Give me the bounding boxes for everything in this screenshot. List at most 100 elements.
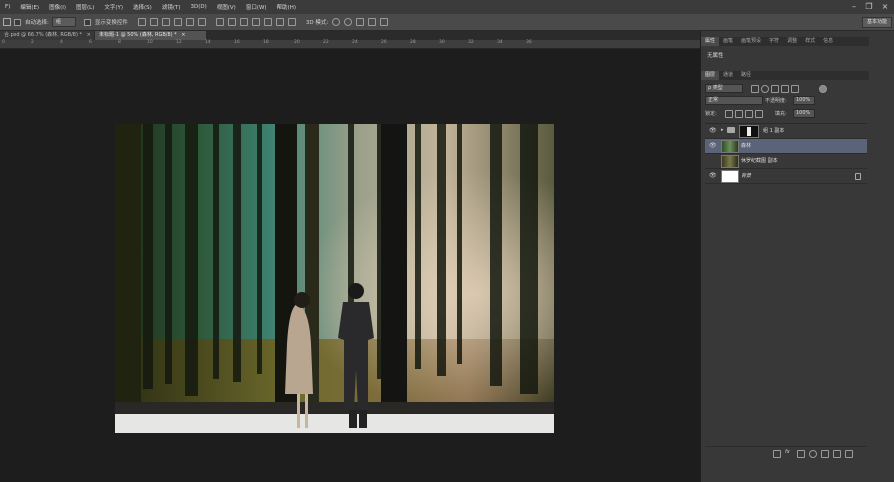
show-transform-checkbox[interactable] [83,18,91,26]
tab-info[interactable]: 信息 [819,37,837,46]
distribute-hcenter-icon[interactable] [263,18,272,26]
ruler-tick: 6 [89,40,92,45]
layer-row-group-copy[interactable]: 👁 ▸ 组 1 副本 [705,124,867,139]
right-panel-dock: 属性 画笔 画笔预设 字符 调整 样式 信息 无属性 图层 通道 路径 ρ 类型… [700,31,894,482]
menu-layer[interactable]: 图层(L) [71,3,99,11]
menu-filter[interactable]: 滤镜(T) [157,3,186,11]
menu-view[interactable]: 视图(V) [212,3,241,11]
layer-name[interactable]: 森林 [741,142,751,149]
align-right-icon[interactable] [197,18,206,26]
horizontal-ruler[interactable]: 0 2 4 6 8 10 12 14 16 18 20 22 24 26 28 … [0,40,700,49]
document-tab-2-close-icon[interactable]: × [181,32,185,38]
expand-arrow-icon[interactable]: ▸ [721,127,724,133]
adjustment-icon[interactable] [809,450,817,458]
menu-help[interactable]: 帮助(H) [272,3,301,11]
menu-3d[interactable]: 3D(D) [185,4,211,10]
layer-name[interactable]: 休罗纪截图 副本 [741,157,778,164]
layer-row-forest[interactable]: 👁 森林 [705,139,867,154]
distribute-bottom-icon[interactable] [239,18,248,26]
3d-rotate-icon[interactable] [332,18,341,26]
layer-thumbnail[interactable] [721,155,739,168]
menu-edit[interactable]: 编辑(E) [15,3,44,11]
menu-type[interactable]: 文字(Y) [99,3,128,11]
mask-icon[interactable] [797,450,805,458]
auto-select-label: 自动选择: [25,20,49,26]
group-mask-thumbnail[interactable] [739,125,759,138]
auto-select-dropdown[interactable]: 组 [51,17,76,27]
3d-scale-icon[interactable] [380,18,389,26]
tab-brush[interactable]: 画笔 [719,37,737,46]
align-top-icon[interactable] [137,18,146,26]
filter-smart-object-icon[interactable] [791,85,799,93]
distribute-right-icon[interactable] [275,18,284,26]
layer-name[interactable]: 背景 [741,172,751,179]
document-image[interactable] [115,124,554,433]
menu-image[interactable]: 图像(I) [44,3,71,11]
filter-shape-icon[interactable] [781,85,789,93]
workspace-dropdown[interactable]: 基本功能 [861,17,892,28]
lock-all-icon[interactable] [755,110,763,118]
layer-filter-dropdown[interactable]: ρ 类型 [705,84,743,93]
menu-window[interactable]: 窗口(W) [241,3,272,11]
3d-pan-icon[interactable] [356,18,365,26]
distribute-top-icon[interactable] [215,18,224,26]
opacity-input[interactable]: 100% [793,96,815,105]
tab-layers[interactable]: 图层 [701,71,720,80]
3d-roll-icon[interactable] [344,18,353,26]
tab-character[interactable]: 字符 [765,37,783,46]
menu-select[interactable]: 选择(S) [128,3,157,11]
folder-icon[interactable] [821,450,829,458]
ruler-tick: 0 [2,40,5,45]
trash-icon[interactable] [845,450,853,458]
forest-scene-image [115,124,554,433]
filter-type-icon[interactable] [771,85,779,93]
document-tab-2[interactable]: 未标题-1 @ 50% (森林, RGB/8) * × [95,31,206,40]
tab-styles[interactable]: 样式 [801,37,819,46]
layer-row-background[interactable]: 👁 背景 [705,169,867,184]
menu-file[interactable]: F) [0,4,15,10]
tab-paths[interactable]: 路径 [737,71,755,80]
align-hcenter-icon[interactable] [185,18,194,26]
tab-adjustments[interactable]: 调整 [783,37,801,46]
restore-button[interactable]: ❐ [863,1,875,12]
lock-transparent-icon[interactable] [725,110,733,118]
fill-input[interactable]: 100% [793,109,815,118]
tab-brush-presets[interactable]: 画笔预设 [737,37,765,46]
lock-position-icon[interactable] [745,110,753,118]
3d-slide-icon[interactable] [368,18,377,26]
document-tab-2-label: 未标题-1 @ 50% (森林, RGB/8) * [99,32,177,38]
tab-channels[interactable]: 通道 [719,71,737,80]
layer-thumbnail[interactable] [721,140,739,153]
visibility-eye-icon-off[interactable]: 👁 [709,158,715,163]
minimize-button[interactable]: – [848,1,860,12]
align-vcenter-icon[interactable] [149,18,158,26]
align-bottom-icon[interactable] [161,18,170,26]
distribute-vcenter-icon[interactable] [227,18,236,26]
fx-icon[interactable]: fx [785,449,790,455]
filter-pixel-icon[interactable] [751,85,759,93]
move-tool-icon[interactable] [3,18,11,26]
auto-align-icon[interactable] [287,18,296,26]
visibility-eye-icon[interactable]: 👁 [709,173,717,179]
blend-mode-dropdown[interactable]: 正常 [705,96,763,105]
tab-properties[interactable]: 属性 [701,37,720,46]
link-icon[interactable] [773,450,781,458]
layer-thumbnail[interactable] [721,170,739,183]
visibility-eye-icon[interactable]: 👁 [709,143,717,149]
no-properties-text: 无属性 [707,53,724,59]
properties-tab-bar: 属性 画笔 画笔预设 字符 调整 样式 信息 [701,37,869,46]
document-tab-1[interactable]: 合.psd @ 66.7% (森林, RGB/8) * × [0,31,94,40]
folder-icon [727,127,735,133]
distribute-left-icon[interactable] [251,18,260,26]
document-tab-1-close-icon[interactable]: × [87,32,91,38]
lock-pixels-icon[interactable] [735,110,743,118]
close-button[interactable]: × [879,1,891,12]
filter-adjustment-icon[interactable] [761,85,769,93]
layer-row-jurassic-copy[interactable]: 👁 休罗纪截图 副本 [705,154,867,169]
auto-select-checkbox[interactable] [14,18,21,26]
visibility-eye-icon[interactable]: 👁 [709,128,717,134]
align-left-icon[interactable] [173,18,182,26]
new-layer-icon[interactable] [833,450,841,458]
layer-name[interactable]: 组 1 副本 [763,127,784,134]
filter-toggle-icon[interactable] [819,85,827,93]
